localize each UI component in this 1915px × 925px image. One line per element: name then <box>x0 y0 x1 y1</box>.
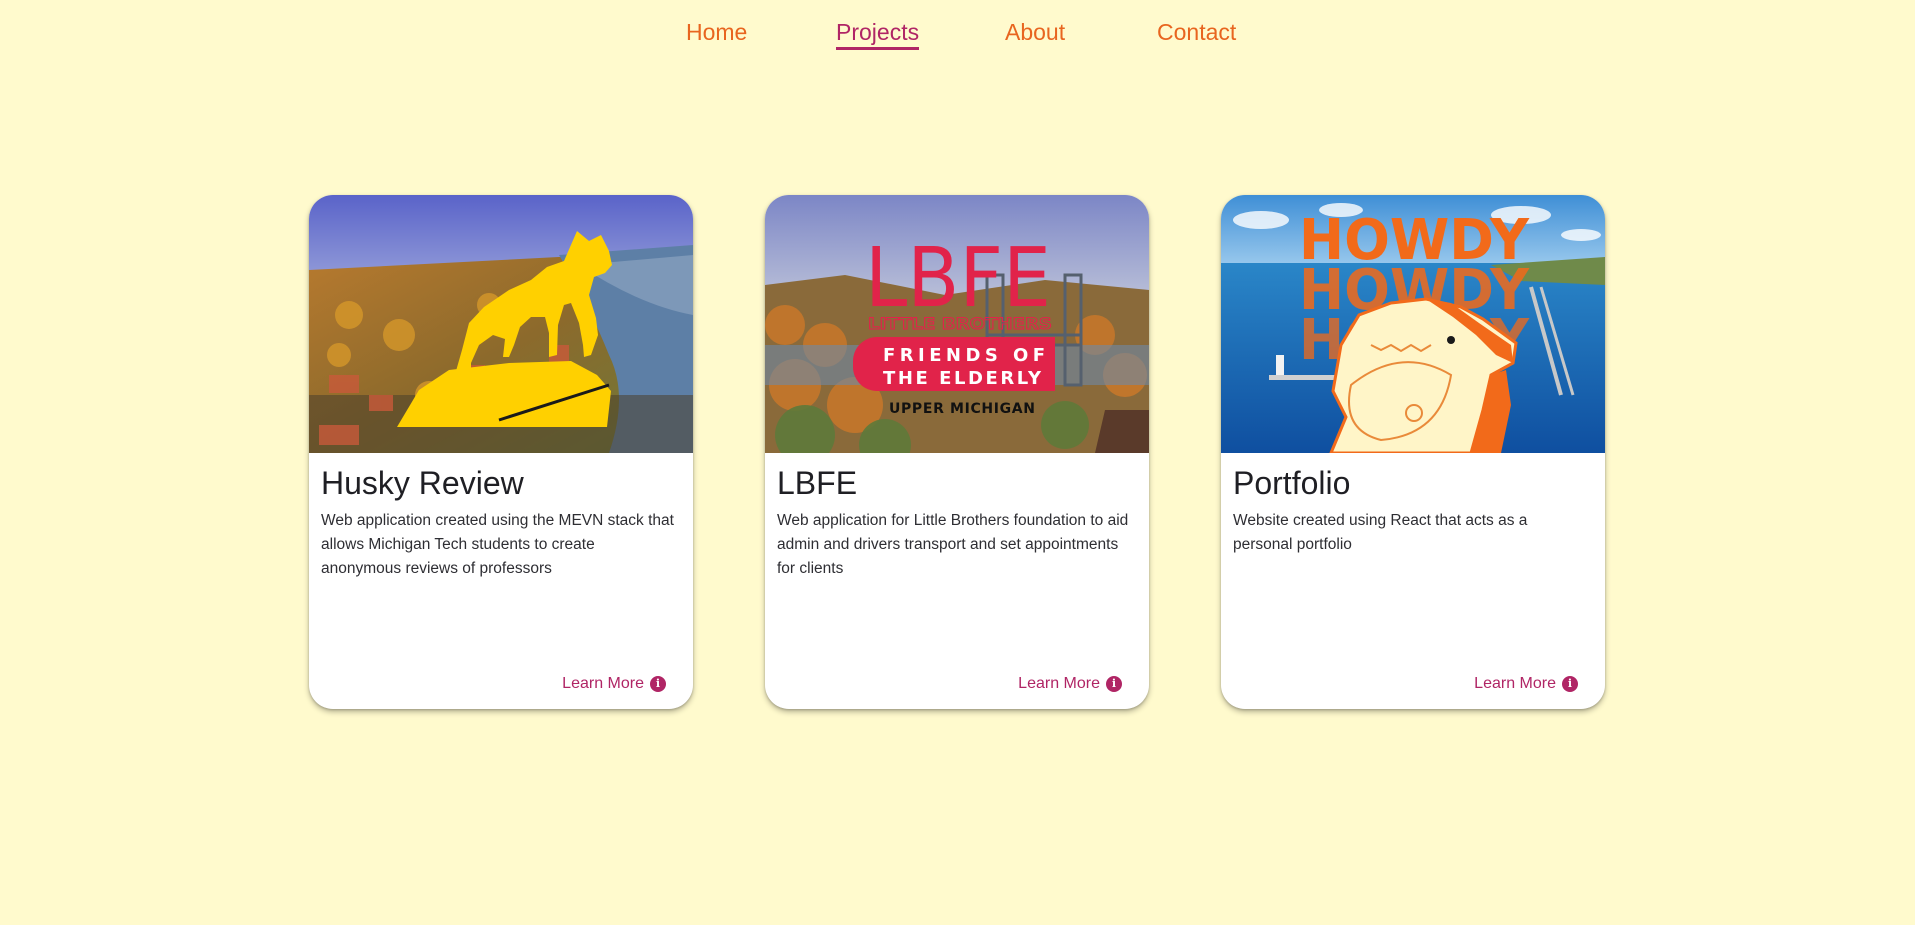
svg-text:THE ELDERLY: THE ELDERLY <box>883 368 1042 389</box>
project-description: Web application created using the MEVN s… <box>321 512 674 577</box>
portfolio-image: HOWDY HOWDY HOWDY <box>1221 195 1605 453</box>
learn-more-link[interactable]: Learn More i <box>1018 674 1122 694</box>
learn-more-label: Learn More <box>1018 675 1100 692</box>
learn-more-link[interactable]: Learn More i <box>1474 674 1578 694</box>
project-description: Website created using React that acts as… <box>1233 512 1528 553</box>
learn-more-link[interactable]: Learn More i <box>562 674 666 694</box>
project-title: Husky Review <box>321 465 524 501</box>
lbfe-image: LBFE LITTLE BROTHERS FRIENDS OF THE ELDE… <box>765 195 1149 453</box>
info-icon: i <box>650 676 666 692</box>
project-card-lbfe: LBFE LITTLE BROTHERS FRIENDS OF THE ELDE… <box>765 195 1149 709</box>
nav-home-link[interactable]: Home <box>686 18 747 46</box>
nav-contact-link[interactable]: Contact <box>1157 18 1236 46</box>
svg-text:LBFE: LBFE <box>865 231 1051 326</box>
project-title: LBFE <box>777 465 858 501</box>
project-title: Portfolio <box>1233 465 1351 501</box>
learn-more-label: Learn More <box>562 675 644 692</box>
project-description: Web application for Little Brothers foun… <box>777 512 1129 577</box>
nav-projects-link[interactable]: Projects <box>836 18 920 50</box>
info-icon: i <box>1106 676 1122 692</box>
project-card-husky-review: Husky Review Web application created usi… <box>309 195 693 709</box>
husky-review-image <box>309 195 693 453</box>
top-nav: Home Projects About Contact <box>0 0 1915 64</box>
nav-about-link[interactable]: About <box>1005 18 1065 46</box>
svg-text:UPPER MICHIGAN: UPPER MICHIGAN <box>889 401 1035 417</box>
info-icon: i <box>1562 676 1578 692</box>
svg-text:LITTLE BROTHERS: LITTLE BROTHERS <box>868 314 1052 333</box>
project-card-portfolio: HOWDY HOWDY HOWDY Portfolio Website crea… <box>1221 195 1605 709</box>
learn-more-label: Learn More <box>1474 675 1556 692</box>
